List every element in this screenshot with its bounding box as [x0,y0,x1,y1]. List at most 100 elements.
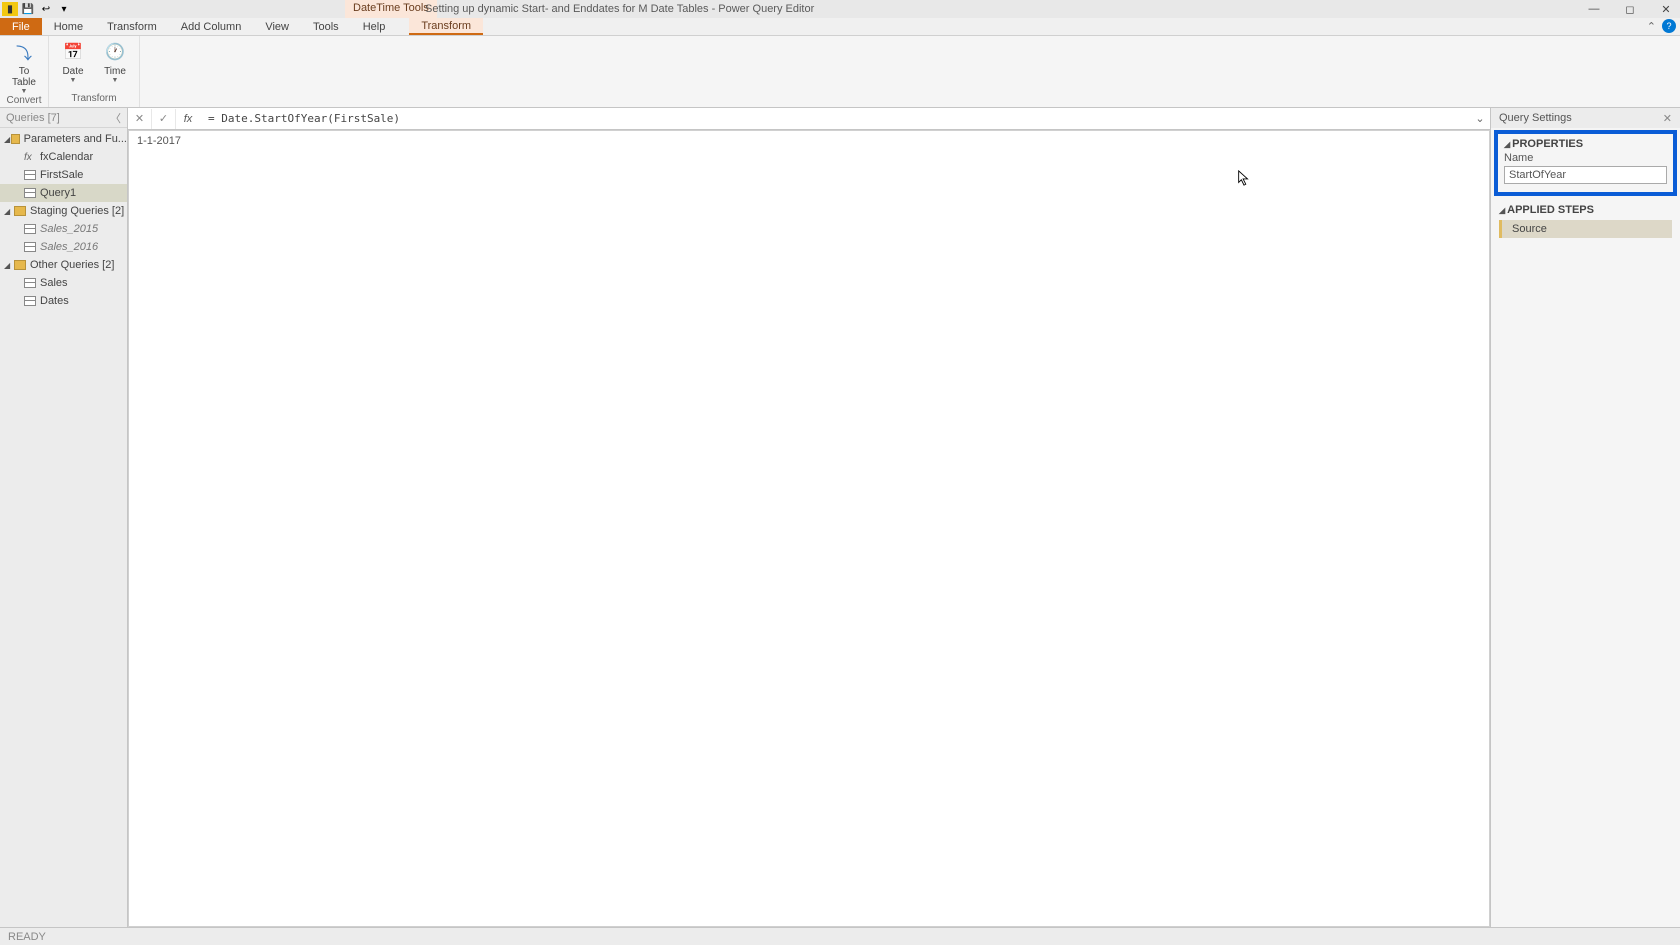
formula-bar: ✕ ✓ fx = Date.StartOfYear(FirstSale) ⌄ [128,108,1490,130]
table-icon [24,242,36,252]
preview-value: 1-1-2017 [137,135,181,147]
calendar-icon: 📅 [61,40,85,64]
tree-item[interactable]: Sales_2016 [0,238,127,256]
titlebar: ▮ 💾 ↩ ▾ DateTime Tools Setting up dynami… [0,0,1680,18]
tab-add-column[interactable]: Add Column [169,18,254,35]
properties-header[interactable]: ◢PROPERTIES [1504,138,1667,150]
tree-item[interactable]: Query1 [0,184,127,202]
undo-icon[interactable]: ↩ [38,2,54,16]
query-settings-header: Query Settings ✕ [1491,108,1680,128]
tree-item-label: Dates [40,295,69,307]
queries-tree: ◢ Parameters and Fu... fxfxCalendar FirstSa… [0,128,127,310]
query-name-input[interactable] [1504,166,1667,184]
tree-group[interactable]: ◢ Staging Queries [2] [0,202,127,220]
applied-step[interactable]: Source [1499,220,1672,238]
table-icon [24,170,36,180]
applied-steps-header[interactable]: ◢APPLIED STEPS [1499,204,1672,216]
expand-formula-icon[interactable]: ⌄ [1470,112,1490,125]
ribbon-collapse-icon[interactable]: ⌃ [1647,20,1656,33]
table-icon [24,278,36,288]
tree-group-label: Other Queries [2] [30,259,114,271]
folder-icon [14,206,26,216]
collapse-queries-icon[interactable]: 〈 [110,110,121,126]
name-label: Name [1504,152,1667,164]
queries-header: Queries [7] 〈 [0,108,127,128]
group-label-transform: Transform [71,93,116,105]
maximize-button[interactable]: ◻ [1618,2,1642,16]
query-settings-panel: Query Settings ✕ ◢PROPERTIES Name ◢APPLI… [1490,108,1680,927]
tab-view[interactable]: View [253,18,301,35]
tree-item-label: Sales_2016 [40,241,98,253]
ribbon: ⤵ To Table ▼ Convert 📅 Date ▼ 🕐 Time ▼ T… [0,36,1680,108]
queries-title: Queries [7] [6,112,60,124]
tab-transform[interactable]: Transform [95,18,169,35]
time-button[interactable]: 🕐 Time ▼ [97,40,133,84]
quick-access-toolbar: ▮ 💾 ↩ ▾ [0,2,72,16]
to-table-button[interactable]: ⤵ To Table ▼ [6,40,42,95]
chevron-down-icon: ▼ [70,77,77,84]
preview-area: 1-1-2017 [128,130,1490,927]
to-table-label: To Table [6,66,42,88]
tree-item[interactable]: Dates [0,292,127,310]
save-icon[interactable]: 💾 [20,2,36,16]
cancel-formula-icon[interactable]: ✕ [128,109,152,129]
folder-icon [11,134,20,144]
tree-item-label: FirstSale [40,169,83,181]
tree-item-label: Query1 [40,187,76,199]
fx-icon: fx [24,152,36,163]
tree-item-label: Sales_2015 [40,223,98,235]
status-text: READY [8,931,46,943]
tree-group-label: Parameters and Fu... [24,133,127,145]
window-title: Setting up dynamic Start- and Enddates f… [425,3,814,15]
properties-header-label: PROPERTIES [1512,138,1583,150]
tree-item[interactable]: Sales [0,274,127,292]
redo-icon[interactable]: ▾ [56,2,72,16]
status-bar: READY [0,927,1680,945]
applied-steps-section: ◢APPLIED STEPS Source [1491,198,1680,244]
app-logo-icon: ▮ [2,2,18,16]
folder-icon [14,260,26,270]
chevron-down-icon: ◢ [4,207,14,216]
tree-item[interactable]: fxfxCalendar [0,148,127,166]
close-button[interactable]: ✕ [1654,2,1678,16]
table-icon [24,188,36,198]
chevron-down-icon: ▼ [112,77,119,84]
close-settings-icon[interactable]: ✕ [1663,112,1672,125]
minimize-button[interactable]: — [1582,2,1606,16]
ribbon-group-transform: 📅 Date ▼ 🕐 Time ▼ Transform [49,36,140,107]
tree-group-label: Staging Queries [2] [30,205,124,217]
tree-item[interactable]: Sales_2015 [0,220,127,238]
clock-icon: 🕐 [103,40,127,64]
tab-context-transform[interactable]: Transform [409,18,483,35]
table-icon [24,224,36,234]
accept-formula-icon[interactable]: ✓ [152,109,176,129]
time-label: Time [104,66,126,77]
tree-item[interactable]: FirstSale [0,166,127,184]
contextual-tab-label: DateTime Tools [345,0,437,18]
chevron-down-icon: ◢ [4,261,14,270]
applied-steps-header-label: APPLIED STEPS [1507,204,1594,216]
chevron-down-icon: ◢ [4,135,11,144]
date-button[interactable]: 📅 Date ▼ [55,40,91,84]
date-label: Date [62,66,83,77]
queries-panel: Queries [7] 〈 ◢ Parameters and Fu... fxfxC… [0,108,128,927]
properties-highlight: ◢PROPERTIES Name [1494,130,1677,196]
tree-group[interactable]: ◢ Other Queries [2] [0,256,127,274]
tab-home[interactable]: Home [42,18,95,35]
fx-icon[interactable]: fx [176,113,200,125]
tree-group[interactable]: ◢ Parameters and Fu... [0,130,127,148]
tab-help[interactable]: Help [351,18,398,35]
formula-input[interactable]: = Date.StartOfYear(FirstSale) [200,112,1470,125]
ribbon-group-convert: ⤵ To Table ▼ Convert [0,36,49,107]
help-icon[interactable]: ? [1662,19,1676,33]
query-settings-title: Query Settings [1499,112,1572,124]
table-icon [24,296,36,306]
tab-tools[interactable]: Tools [301,18,351,35]
to-table-icon: ⤵ [12,40,36,64]
group-label-convert: Convert [6,95,41,107]
tree-item-label: Sales [40,277,68,289]
tab-file[interactable]: File [0,18,42,35]
chevron-down-icon: ▼ [21,88,28,95]
ribbon-tabs: File Home Transform Add Column View Tool… [0,18,1680,36]
center-area: ✕ ✓ fx = Date.StartOfYear(FirstSale) ⌄ 1… [128,108,1490,927]
